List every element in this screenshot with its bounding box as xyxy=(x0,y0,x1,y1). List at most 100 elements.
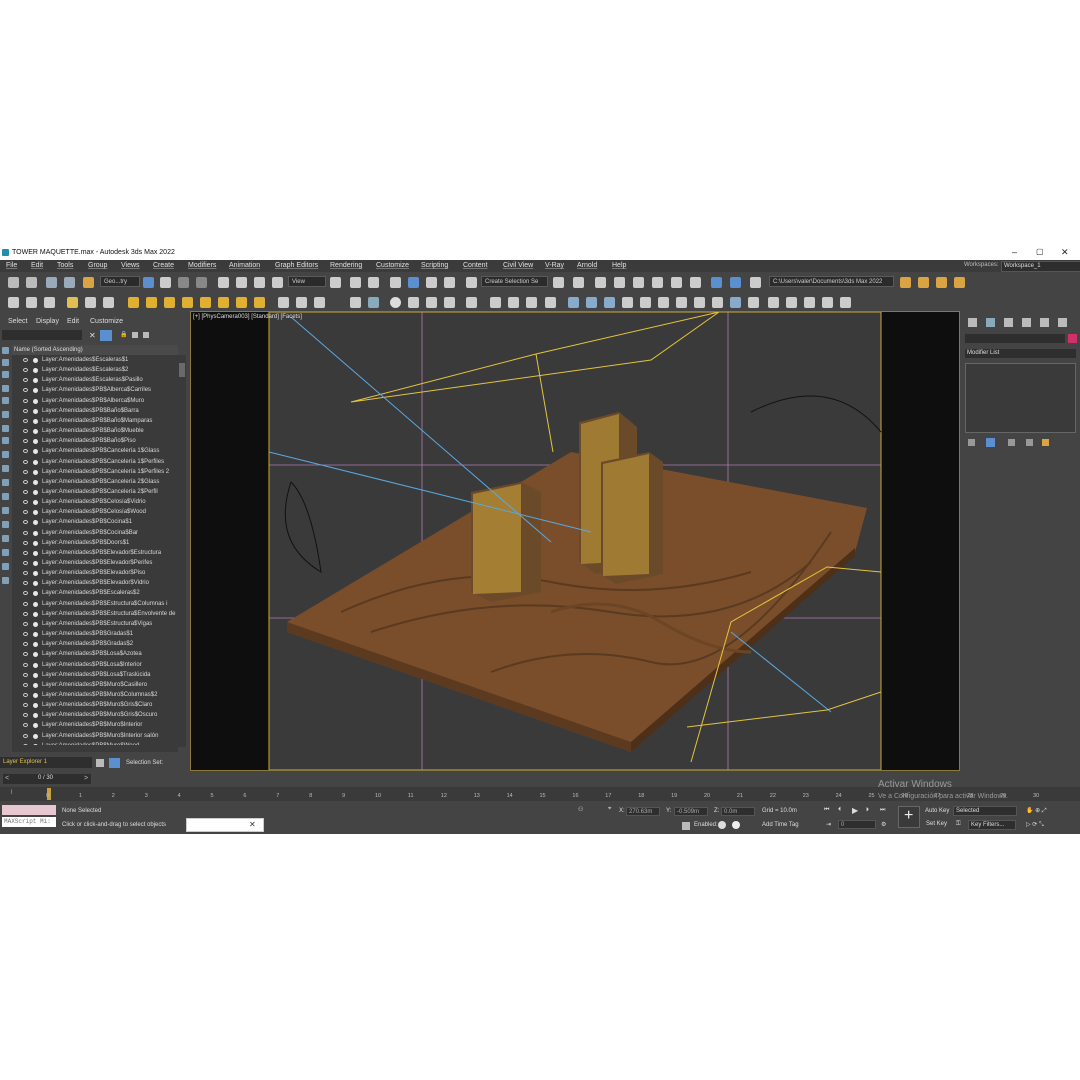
pivot-icon[interactable] xyxy=(330,277,341,288)
teapot-arnold-icon[interactable] xyxy=(840,297,851,308)
keyboard-shortcut-icon[interactable] xyxy=(368,277,379,288)
menu-graph-editors[interactable]: Graph Editors xyxy=(275,262,318,269)
display-none-2-icon[interactable] xyxy=(2,535,9,542)
reference-coord-select[interactable]: View xyxy=(288,276,326,287)
menu-group[interactable]: Group xyxy=(88,262,107,269)
menu-modifiers[interactable]: Modifiers xyxy=(188,262,216,269)
tab-select[interactable]: Select xyxy=(8,318,27,325)
render-dot-icon[interactable] xyxy=(33,520,38,526)
bind-spacewarp-icon[interactable] xyxy=(83,277,94,288)
visibility-eye-icon[interactable] xyxy=(23,723,28,728)
visibility-eye-icon[interactable] xyxy=(23,692,28,697)
layer-row[interactable]: Layer:Amenidades$PB$Cancelería 1$Perfile… xyxy=(12,457,178,467)
layer-row[interactable]: Layer:Amenidades$PB$Estructura$Envolvent… xyxy=(12,609,178,619)
rect-selection-icon[interactable] xyxy=(178,277,189,288)
layer-row[interactable]: Layer:Amenidades$PB$Estructura$Vigas xyxy=(12,619,178,629)
arnold-icon-3[interactable] xyxy=(526,297,537,308)
visibility-eye-icon[interactable] xyxy=(23,632,28,637)
layer-row[interactable]: Layer:Amenidades$Escaleras$Pasillo xyxy=(12,375,178,385)
fog-icon[interactable] xyxy=(786,297,797,308)
layer-row[interactable]: Layer:Amenidades$PB$Cocina$Bar xyxy=(12,528,178,538)
texture-icon[interactable] xyxy=(466,297,477,308)
render-dot-icon[interactable] xyxy=(33,368,38,374)
modify-tab-icon[interactable] xyxy=(986,318,995,327)
workspace-select[interactable]: Workspace_1 xyxy=(1001,261,1080,272)
visibility-eye-icon[interactable] xyxy=(23,378,28,383)
angle-snap-icon[interactable] xyxy=(408,277,419,288)
render-dot-icon[interactable] xyxy=(33,621,38,627)
tab-edit[interactable]: Edit xyxy=(67,318,79,325)
next-frame-icon[interactable]: > xyxy=(84,775,88,782)
unlink-icon[interactable] xyxy=(64,277,75,288)
enabled-toggle-icon[interactable] xyxy=(718,821,726,829)
menu-views[interactable]: Views xyxy=(121,262,140,269)
object-name-field[interactable] xyxy=(965,334,1065,343)
y-coordinate-field[interactable]: -0.509m xyxy=(674,807,708,816)
render-dot-icon[interactable] xyxy=(33,561,38,566)
render-dot-icon[interactable] xyxy=(33,550,38,556)
render-dot-icon[interactable] xyxy=(33,530,38,536)
material-icon-3[interactable] xyxy=(426,297,437,308)
teapot-icon[interactable] xyxy=(8,297,19,308)
arnold-light-icon[interactable] xyxy=(568,297,579,308)
utilities-tab-icon[interactable] xyxy=(1058,318,1067,327)
display-lights-icon[interactable] xyxy=(2,385,9,392)
menu-scripting[interactable]: Scripting xyxy=(421,262,448,269)
layer-row[interactable]: Layer:Amenidades$PB$Gradas$2 xyxy=(12,639,178,649)
light-icon[interactable] xyxy=(67,297,78,308)
layer-row[interactable]: Layer:Amenidades$Escaleras$2 xyxy=(12,365,178,375)
scrollbar-thumb[interactable] xyxy=(179,363,185,377)
menu-content[interactable]: Content xyxy=(463,262,488,269)
render-dot-icon[interactable] xyxy=(33,469,38,475)
move-icon[interactable] xyxy=(218,277,229,288)
open-folder-icon[interactable] xyxy=(918,277,929,288)
auto-key-button[interactable]: Auto Key xyxy=(925,808,949,814)
layer-explorer-icon[interactable] xyxy=(595,277,606,288)
layer-row[interactable]: Layer:Amenidades$PB$Muro$Gris$Claro xyxy=(12,700,178,710)
arnold-tool-icon-6[interactable] xyxy=(822,297,833,308)
proxy-icon[interactable] xyxy=(278,297,289,308)
mirror-icon[interactable] xyxy=(553,277,564,288)
render-online-icon[interactable] xyxy=(750,277,761,288)
sun-light-icon[interactable] xyxy=(182,297,193,308)
render-dot-icon[interactable] xyxy=(33,510,38,516)
display-hidden-icon[interactable] xyxy=(2,507,9,514)
layer-row[interactable]: Layer:Amenidades$PB$Alberca$Carriles xyxy=(12,385,178,395)
layer-row[interactable]: Layer:Amenidades$PB$Elevador$Vidrio xyxy=(12,578,178,588)
rotate-icon[interactable] xyxy=(236,277,247,288)
visibility-eye-icon[interactable] xyxy=(23,611,28,616)
layer-row[interactable]: Layer:Amenidades$PB$Elevador$Piso xyxy=(12,568,178,578)
layer-row[interactable]: Layer:Amenidades$PB$Celosía$Vidrio xyxy=(12,497,178,507)
visibility-eye-icon[interactable] xyxy=(23,550,28,555)
link-icon[interactable] xyxy=(46,277,57,288)
selection-set-icon[interactable] xyxy=(109,758,120,768)
render-dot-icon[interactable] xyxy=(33,601,38,607)
toggle-ribbon-icon[interactable] xyxy=(614,277,625,288)
render-dot-icon[interactable] xyxy=(33,358,38,363)
select-by-name-icon[interactable] xyxy=(160,277,171,288)
arnold-icon-2[interactable] xyxy=(508,297,519,308)
visibility-eye-icon[interactable] xyxy=(23,408,28,413)
sphere-light-icon[interactable] xyxy=(164,297,175,308)
goto-start-icon[interactable]: ⏮ xyxy=(824,807,829,814)
visibility-eye-icon[interactable] xyxy=(23,540,28,545)
snaps-toggle-icon[interactable] xyxy=(390,277,401,288)
visibility-eye-icon[interactable] xyxy=(23,500,28,505)
filter-icon[interactable] xyxy=(100,330,112,341)
sync-icon[interactable] xyxy=(132,332,138,338)
light-bulb-icon[interactable] xyxy=(768,297,779,308)
display-bones-icon[interactable] xyxy=(2,465,9,472)
absolute-mode-icon[interactable]: ⌖ xyxy=(608,806,611,813)
visibility-eye-icon[interactable] xyxy=(23,703,28,708)
layer-list-hscrollbar[interactable] xyxy=(12,745,178,752)
thumbnail-close-icon[interactable]: ✕ xyxy=(249,820,256,829)
menu-customize[interactable]: Customize xyxy=(376,262,409,269)
layer-row[interactable]: Layer:Amenidades$PB$Cancelería 1$Perfile… xyxy=(12,467,178,477)
display-shapes-icon[interactable] xyxy=(2,371,9,378)
render-dot-icon[interactable] xyxy=(33,723,38,729)
layer-row[interactable]: Layer:Amenidades$PB$Baño$Piso xyxy=(12,436,178,446)
schematic-view-icon[interactable] xyxy=(652,277,663,288)
spot-light-icon[interactable] xyxy=(128,297,139,308)
mesh-light-icon[interactable] xyxy=(236,297,247,308)
visibility-eye-icon[interactable] xyxy=(23,682,28,687)
